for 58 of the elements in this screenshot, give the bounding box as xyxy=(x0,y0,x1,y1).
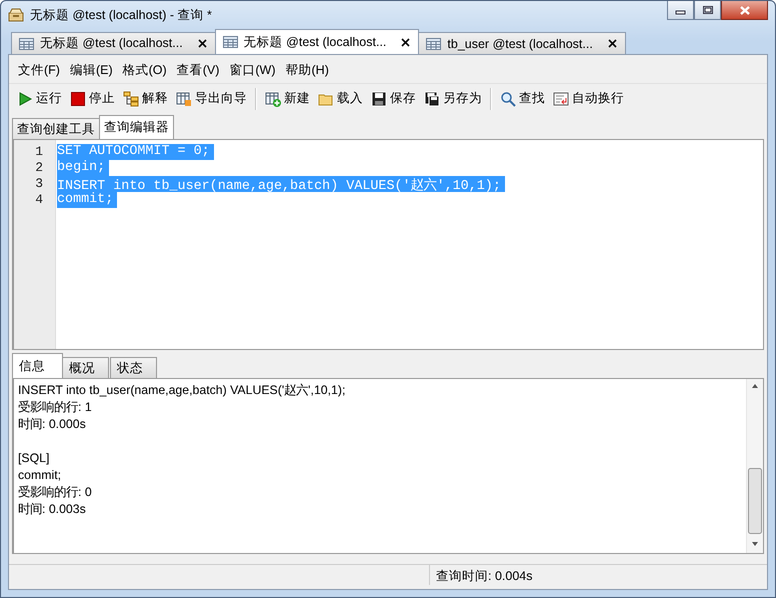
toolbar-button[interactable]: 保存 xyxy=(367,88,420,109)
document-tab[interactable]: tb_user @test (localhost... xyxy=(418,32,626,54)
toolbar-button[interactable]: 解释 xyxy=(119,88,172,109)
toolbar-button[interactable]: 载入 xyxy=(314,88,367,109)
play-icon xyxy=(17,90,33,106)
menu-item[interactable]: 查看(V) xyxy=(172,60,224,80)
table-icon xyxy=(18,36,35,52)
message-line: commit; xyxy=(18,467,62,484)
result-tab[interactable]: 概况 xyxy=(62,357,109,378)
message-line: 受影响的行: 0 xyxy=(18,484,93,501)
toolbar-button[interactable]: 自动换行 xyxy=(549,88,628,109)
app-icon xyxy=(8,7,24,23)
line-number: 3 xyxy=(34,176,44,192)
search-icon xyxy=(500,90,516,106)
table-icon xyxy=(222,34,239,50)
document-tab[interactable]: 无标题 @test (localhost... xyxy=(11,32,216,54)
line-number: 1 xyxy=(34,144,44,160)
menu-item[interactable]: 窗口(W) xyxy=(224,60,280,80)
message-line: 受影响的行: 1 xyxy=(18,399,93,416)
table-export-icon xyxy=(176,90,192,106)
floppy-disks-icon xyxy=(424,90,440,106)
document-tab[interactable]: 无标题 @test (localhost... xyxy=(214,29,420,54)
toolbar-button[interactable]: 查找 xyxy=(496,88,549,109)
tree-icon xyxy=(123,90,139,106)
table-add-icon xyxy=(265,90,281,106)
result-tab[interactable]: 信息 xyxy=(12,353,63,378)
menu-item[interactable]: 编辑(E) xyxy=(64,60,118,80)
minimize-button[interactable] xyxy=(667,1,694,20)
window-title: 无标题 @test (localhost) - 查询 * xyxy=(30,6,213,24)
query-time: 查询时间: 0.004s xyxy=(435,568,534,585)
message-line: 时间: 0.003s xyxy=(18,501,87,518)
table-icon xyxy=(425,36,442,52)
toolbar-button[interactable]: 另存为 xyxy=(420,88,486,109)
stop-icon xyxy=(70,90,86,106)
close-icon[interactable] xyxy=(399,36,412,48)
message-line: INSERT into tb_user(name,age,batch) VALUES('赵六',10,1); xyxy=(18,382,346,399)
toolbar-button[interactable]: 导出向导 xyxy=(172,88,251,109)
message-line: 时间: 0.000s xyxy=(18,416,87,433)
close-icon[interactable] xyxy=(606,37,619,50)
menu-item[interactable]: 文件(F) xyxy=(13,60,65,80)
maximize-icon xyxy=(702,5,714,15)
menu-item[interactable]: 帮助(H) xyxy=(280,60,334,80)
line-number: 2 xyxy=(34,160,44,176)
message-line: [SQL] xyxy=(18,450,50,467)
editor-tab[interactable]: 查询创建工具 xyxy=(12,118,100,139)
scrollbar[interactable] xyxy=(746,379,763,553)
close-icon[interactable] xyxy=(196,37,209,50)
maximize-button[interactable] xyxy=(694,1,721,20)
toolbar-button[interactable]: 停止 xyxy=(66,88,119,109)
close-button[interactable] xyxy=(721,1,768,20)
toolbar-button[interactable]: 新建 xyxy=(261,88,314,109)
line-number: 4 xyxy=(34,192,44,208)
editor-tab[interactable]: 查询编辑器 xyxy=(99,115,174,139)
result-tab[interactable]: 状态 xyxy=(110,357,157,378)
menu-item[interactable]: 格式(O) xyxy=(118,60,172,80)
close-icon xyxy=(738,4,750,16)
text-wrap-icon xyxy=(553,90,569,106)
toolbar-button[interactable]: 运行 xyxy=(13,88,66,109)
